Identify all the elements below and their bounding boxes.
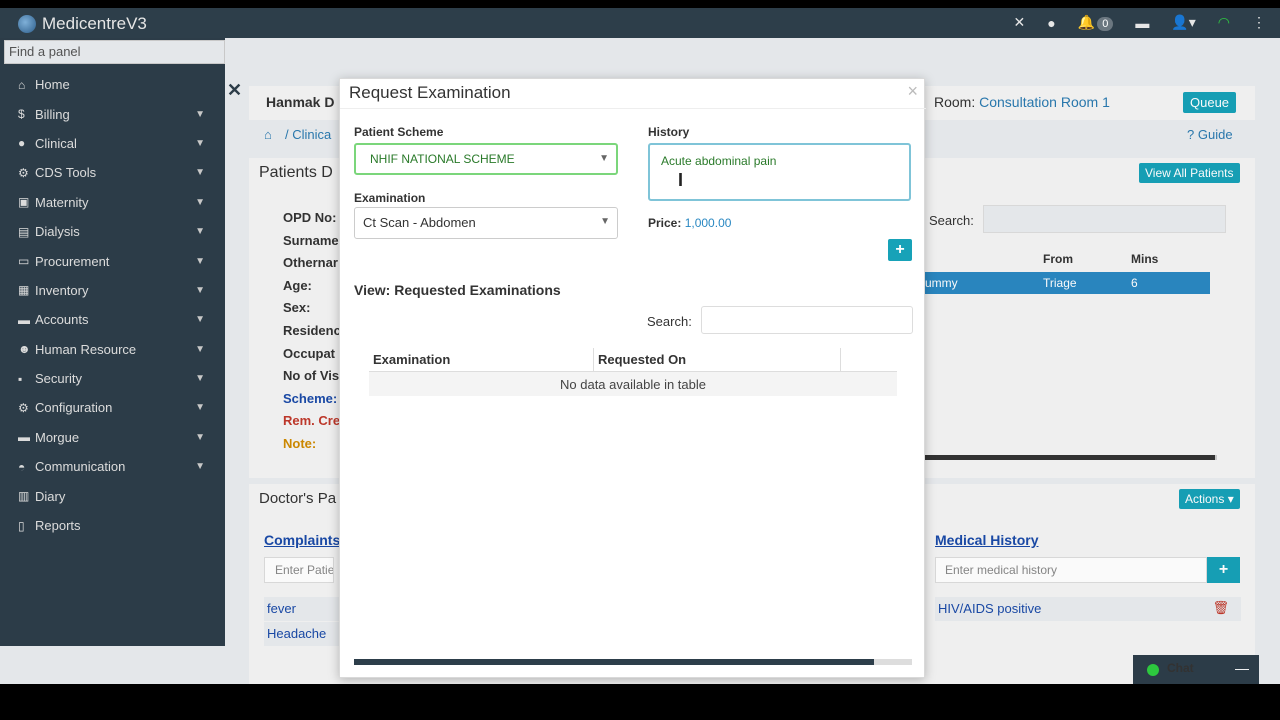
add-examination-button[interactable]: + xyxy=(888,239,912,261)
history-textarea[interactable]: Acute abdominal pain xyxy=(648,143,911,201)
history-label: History xyxy=(648,125,690,139)
app-logo-icon xyxy=(18,15,36,33)
modal-header: Request Examination × xyxy=(340,79,926,109)
requested-examinations-title: View: Requested Examinations xyxy=(354,282,561,298)
text-cursor-icon: I xyxy=(678,170,684,190)
price-value: 1,000.00 xyxy=(684,216,732,230)
examination-select[interactable]: Ct Scan - Abdomen ▼ xyxy=(354,207,618,239)
top-navbar: MedicentreV3 ✕ ● 🔔 0 ▬ 👤▾ ◠ ⋮ xyxy=(0,8,1280,38)
col-requested-on[interactable]: Requested On xyxy=(598,352,686,367)
requested-examinations-table: Examination Requested On No data availab… xyxy=(369,348,897,396)
wifi-icon: ◠ xyxy=(1217,14,1230,30)
app-brand[interactable]: MedicentreV3 xyxy=(18,14,147,34)
examination-value: Ct Scan - Abdomen xyxy=(363,215,476,230)
table-header-row: Examination Requested On xyxy=(369,348,897,372)
chevron-down-icon: ▼ xyxy=(599,153,609,164)
modal-title: Request Examination xyxy=(349,83,511,102)
patient-scheme-value: NHIF NATIONAL SCHEME xyxy=(370,152,515,166)
close-icon[interactable]: × xyxy=(907,81,918,102)
user-menu-icon[interactable]: 👤▾ xyxy=(1171,14,1195,31)
notification-count-badge: 0 xyxy=(1097,17,1114,31)
request-examination-modal: Request Examination × Patient Scheme NHI… xyxy=(339,78,926,678)
price-label: Price: xyxy=(648,216,682,230)
patient-scheme-select[interactable]: NHIF NATIONAL SCHEME ▼ xyxy=(354,143,618,175)
search-label: Search: xyxy=(647,314,692,329)
more-vertical-icon[interactable]: ⋮ xyxy=(1252,14,1266,31)
messages-icon[interactable]: ▬ xyxy=(1135,15,1149,31)
user-circle-icon[interactable]: ● xyxy=(1047,15,1055,31)
empty-table-message: No data available in table xyxy=(369,372,897,396)
notifications-button[interactable]: 🔔 0 xyxy=(1078,14,1114,31)
col-examination[interactable]: Examination xyxy=(373,352,450,367)
modal-horizontal-scrollbar[interactable] xyxy=(354,659,912,665)
bell-icon: 🔔 xyxy=(1077,14,1096,30)
mute-icon[interactable]: ✕ xyxy=(1014,14,1026,31)
app-screen: Find a panel ⌂ Home $ Billing ▼ ● Clinical ▼ ⚙ CD… xyxy=(0,38,1280,684)
search-input[interactable] xyxy=(701,306,913,334)
price-display: Price: 1,000.00 xyxy=(648,216,731,230)
caret-down-icon: ▼ xyxy=(600,216,610,227)
examination-label: Examination xyxy=(354,191,426,205)
patient-scheme-label: Patient Scheme xyxy=(354,125,444,139)
app-title: MedicentreV3 xyxy=(42,14,147,33)
